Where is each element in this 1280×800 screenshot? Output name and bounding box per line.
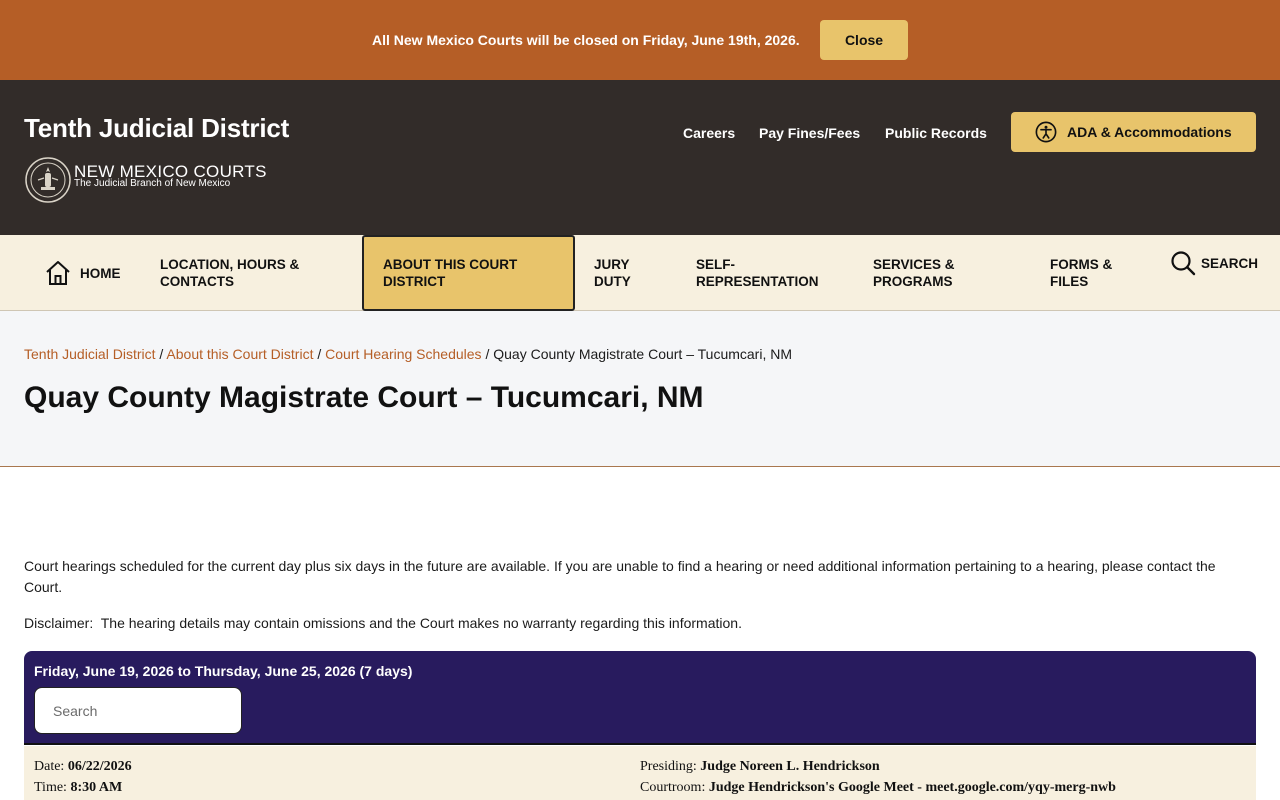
hearing-presiding-label: Presiding:	[640, 759, 697, 774]
breadcrumb-separator: /	[317, 346, 322, 362]
disclaimer-text: Disclaimer: The hearing details may cont…	[24, 615, 742, 631]
ada-label: ADA & Accommodations	[1067, 124, 1232, 140]
pay-fines-link[interactable]: Pay Fines/Fees	[759, 125, 860, 141]
breadcrumb-link-home[interactable]: Tenth Judicial District	[24, 346, 156, 362]
alert-banner: All New Mexico Courts will be closed on …	[0, 0, 1280, 80]
nav-about-court-district[interactable]: ABOUT THIS COURT DISTRICT	[362, 235, 575, 311]
nav-jury-duty[interactable]: JURY DUTY	[594, 235, 654, 311]
hearing-entry: Date: 06/22/2026 Time: 8:30 AM Presiding…	[24, 746, 1256, 800]
nav-services-programs[interactable]: SERVICES & PROGRAMS	[873, 235, 983, 311]
nav-forms-files[interactable]: FORMS & FILES	[1050, 235, 1140, 311]
site-header: Tenth Judicial District NEW MEXICO COURT…	[0, 80, 1280, 235]
hearing-courtroom: Courtroom: Judge Hendrickson's Google Me…	[640, 780, 1116, 796]
accessibility-icon	[1035, 121, 1057, 143]
intro-text: Court hearings scheduled for the current…	[24, 558, 1216, 595]
nav-home-label: HOME	[80, 265, 121, 281]
ada-accommodations-button[interactable]: ADA & Accommodations	[1011, 112, 1256, 152]
careers-link[interactable]: Careers	[683, 125, 735, 141]
hearing-courtroom-value[interactable]: Judge Hendrickson's Google Meet - meet.g…	[709, 780, 1116, 795]
page-header: Tenth Judicial District / About this Cou…	[0, 311, 1280, 467]
nav-location-label: LOCATION, HOURS & CONTACTS	[160, 257, 300, 289]
hearing-time: Time: 8:30 AM	[34, 780, 122, 796]
breadcrumb-link-schedules[interactable]: Court Hearing Schedules	[325, 346, 481, 362]
hearing-date: Date: 06/22/2026	[34, 759, 132, 775]
schedule-header: Friday, June 19, 2026 to Thursday, June …	[24, 651, 1256, 745]
nav-search[interactable]: SEARCH	[1170, 225, 1258, 301]
nav-forms-label: FORMS & FILES	[1050, 257, 1113, 289]
nav-home[interactable]: HOME	[44, 235, 121, 311]
logo-subtitle: The Judicial Branch of New Mexico	[74, 178, 231, 189]
nav-location-hours-contacts[interactable]: LOCATION, HOURS & CONTACTS	[160, 235, 330, 311]
schedule-search-input[interactable]	[34, 687, 242, 734]
alert-close-button[interactable]: Close	[820, 20, 908, 60]
schedule-date-range: Friday, June 19, 2026 to Thursday, June …	[34, 663, 413, 679]
breadcrumb: Tenth Judicial District / About this Cou…	[24, 346, 792, 362]
nav-search-label: SEARCH	[1201, 255, 1259, 271]
nav-about-label: ABOUT THIS COURT DISTRICT	[383, 257, 518, 289]
nav-self-rep-label: SELF-REPRESENTATION	[696, 257, 819, 289]
hearing-time-value: 8:30 AM	[70, 780, 123, 795]
main-nav: HOME LOCATION, HOURS & CONTACTS ABOUT TH…	[0, 235, 1280, 311]
home-icon	[46, 261, 70, 285]
nav-jury-label: JURY DUTY	[594, 257, 631, 289]
alert-message: All New Mexico Courts will be closed on …	[372, 32, 800, 48]
breadcrumb-current: Quay County Magistrate Court – Tucumcari…	[493, 346, 793, 362]
breadcrumb-separator: /	[159, 346, 164, 362]
breadcrumb-link-about[interactable]: About this Court District	[166, 346, 313, 362]
site-title[interactable]: Tenth Judicial District	[24, 113, 289, 144]
breadcrumb-separator: /	[485, 346, 490, 362]
search-icon	[1171, 251, 1196, 276]
hearing-presiding-value: Judge Noreen L. Hendrickson	[700, 759, 880, 774]
hearing-date-label: Date:	[34, 759, 65, 774]
nav-self-representation[interactable]: SELF-REPRESENTATION	[696, 235, 836, 311]
hearing-courtroom-label: Courtroom:	[640, 780, 706, 795]
hearing-time-label: Time:	[34, 780, 67, 795]
page-title: Quay County Magistrate Court – Tucumcari…	[24, 381, 704, 414]
hearing-presiding: Presiding: Judge Noreen L. Hendrickson	[640, 759, 880, 775]
court-seal-icon	[25, 157, 71, 203]
nav-services-label: SERVICES & PROGRAMS	[873, 257, 955, 289]
hearing-date-value: 06/22/2026	[67, 759, 132, 774]
public-records-link[interactable]: Public Records	[885, 125, 987, 141]
